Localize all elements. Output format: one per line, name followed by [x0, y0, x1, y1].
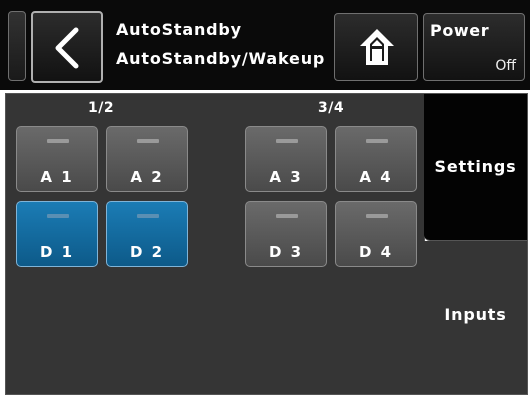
channel-button-d1[interactable]: D 1 [16, 201, 98, 267]
channel-button-d4[interactable]: D 4 [335, 201, 417, 267]
power-state: Off [495, 58, 516, 74]
home-icon [360, 29, 394, 65]
channel-button-a2[interactable]: A 2 [106, 126, 188, 192]
page-title: AutoStandby [116, 20, 242, 39]
channel-button-d3[interactable]: D 3 [245, 201, 327, 267]
led-indicator [47, 214, 69, 218]
led-indicator [366, 214, 388, 218]
channel-button-a4[interactable]: A 4 [335, 126, 417, 192]
page-subtitle: AutoStandby/Wakeup [116, 49, 326, 68]
tab-settings-label: Settings [434, 157, 517, 176]
tab-inputs-label: Inputs [444, 305, 507, 324]
led-indicator [276, 139, 298, 143]
header-bar: AutoStandby AutoStandby/Wakeup Power Off [0, 0, 530, 90]
channel-label: D 4 [358, 243, 394, 261]
group-label-3-4: 3/4 [318, 100, 345, 116]
led-indicator [137, 214, 159, 218]
tab-settings[interactable]: Settings [424, 93, 528, 241]
led-indicator [276, 214, 298, 218]
back-button[interactable] [31, 11, 103, 83]
channel-label: A 2 [130, 168, 164, 186]
left-edge-handle [8, 11, 26, 81]
channel-button-a3[interactable]: A 3 [245, 126, 327, 192]
channel-button-a1[interactable]: A 1 [16, 126, 98, 192]
tab-inputs[interactable]: Inputs [424, 241, 528, 395]
channel-label: D 2 [129, 243, 165, 261]
power-button[interactable]: Power Off [423, 13, 525, 81]
app-window: AutoStandby AutoStandby/Wakeup Power Off… [0, 0, 530, 400]
channel-label: D 1 [39, 243, 75, 261]
home-button[interactable] [334, 13, 418, 81]
channel-button-d2[interactable]: D 2 [106, 201, 188, 267]
power-label: Power [430, 21, 490, 40]
led-indicator [47, 139, 69, 143]
channel-label: A 4 [359, 168, 393, 186]
channel-label: A 1 [40, 168, 74, 186]
chevron-left-icon [55, 27, 79, 69]
channel-label: A 3 [269, 168, 303, 186]
led-indicator [366, 139, 388, 143]
group-label-1-2: 1/2 [88, 100, 115, 116]
breadcrumb: AutoStandby AutoStandby/Wakeup [116, 20, 325, 68]
channel-label: D 3 [268, 243, 304, 261]
channel-panel: 1/2 3/4 A 1 A 2 D 1 D 2 A 3 A 4 D 3 D 4 [5, 93, 425, 395]
led-indicator [137, 139, 159, 143]
